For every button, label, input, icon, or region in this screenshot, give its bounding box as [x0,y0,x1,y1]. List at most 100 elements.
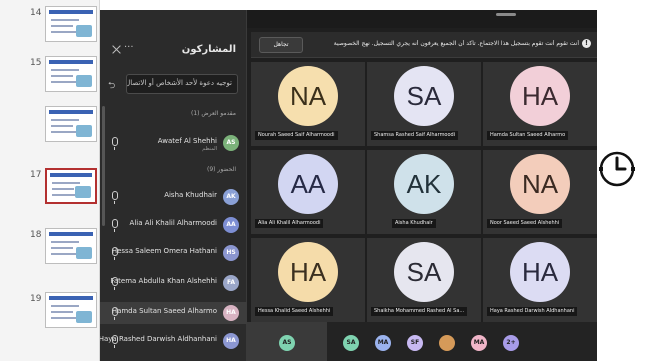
microphone-icon [112,191,118,204]
participant-video-tile[interactable]: SA Shaikha Mohammed Rashed Al Sa... [367,238,481,322]
scrollbar[interactable] [102,106,105,226]
screen: 14 15 17 18 19 المشاركون ··· توجيه دعوة لأحد… [0,0,648,361]
participant-chip[interactable]: MA [471,335,487,351]
participant-row[interactable]: AA Alia Ali Khalil Alharmoodi [100,214,247,236]
drag-handle[interactable] [496,13,516,16]
avatar: HA [223,305,239,321]
avatar: AA [223,217,239,233]
slide-thumbnail[interactable] [45,168,97,204]
participant-avatar: AK [394,154,454,214]
participant-row[interactable]: AS Awatef Al Shehhi المنظم [100,132,247,154]
participant-row[interactable]: FA Fatema Abdulla Khan Alshehhi [100,272,247,294]
info-icon: ! [582,39,591,48]
dismiss-button[interactable]: تجاهل [259,37,303,53]
invite-input[interactable]: توجيه دعوة لأحد الأشخاص أو الاتصال [126,74,238,94]
microphone-icon [112,277,118,290]
participant-name-label: Hamda Sultan Saeed Alharmo [487,131,569,140]
slide-text-line [52,182,80,184]
participant-video-tile[interactable]: SA Shamsa Rashed Saif Alharmoodi [367,62,481,146]
microphone-icon [112,307,118,320]
participant-avatar: SA [394,242,454,302]
participant-video-tile[interactable]: NA Nourah Saeed Saif Alharmoodi [251,62,365,146]
slide-thumbnail[interactable] [45,292,97,328]
more-options-icon[interactable]: ··· [124,42,134,53]
participant-name-label: Alia Ali Khalil Alharmoodi [255,219,324,228]
participant-video-tile[interactable]: AA Alia Ali Khalil Alharmoodi [251,150,365,234]
participant-name-label: Shaikha Mohammed Rashed Al Sa... [371,307,468,316]
slide-text-line [51,19,79,21]
attendees-group-header[interactable]: الحضور (9) [207,166,236,173]
slide-image [76,25,92,37]
slide-text-line [51,131,76,133]
slide-text-line [51,125,73,127]
participant-chip[interactable]: 2+ [503,335,519,351]
participant-name-label: Nourah Saeed Saif Alharmoodi [255,131,338,140]
participant-name-label: Aisha Khudhair [392,219,436,228]
participant-name-label: Haya Rashed Darwish Aldhanhani [487,307,578,316]
slide-title-bar [49,110,93,114]
participant-chip[interactable]: MA [375,335,391,351]
slide-title-bar [49,232,93,236]
slide-number: 18 [30,230,42,240]
participant-name-label: Shamsa Rashed Saif Alharmoodi [371,131,459,140]
slide-number: 15 [30,58,42,68]
participant-video-tile[interactable]: HA Haya Rashed Darwish Aldhanhani [483,238,597,322]
avatar: HA [223,333,239,349]
participant-avatar: HA [278,242,338,302]
slide-thumbnail[interactable] [45,6,97,42]
presenters-group-header[interactable]: مقدمو العرض (1) [191,110,236,117]
slide-text-line [51,75,73,77]
participant-row[interactable]: HA Haya Rashed Darwish Aldhanhani [100,330,247,352]
participant-avatar: HA [510,66,570,126]
slide-text-line [51,81,76,83]
slide-thumbnail[interactable] [45,106,97,142]
participant-name-label: Hessa Khalid Saeed Alshehhi [255,307,334,316]
slide-image [76,125,92,137]
slide-thumbnail[interactable] [45,56,97,92]
participant-avatar: HA [510,242,570,302]
slide-number: 14 [30,8,42,18]
participant-row[interactable]: HS Hessa Saleem Omera Hathani [100,242,247,264]
slide-text-line [52,194,77,196]
avatar: AS [223,135,239,151]
avatar: AK [223,189,239,205]
slide-title-bar [49,296,93,300]
slide-number: 19 [30,294,42,304]
recording-banner: تجاهل أنت تقوم أنت تقوم بتسجيل هذا الاجت… [251,32,597,58]
slide-image [76,75,92,87]
slide-title-bar [50,173,92,177]
slide-image [76,247,92,259]
self-video-tile[interactable]: AS [247,322,327,361]
slide-text-line [51,317,76,319]
slide-text-line [51,241,79,243]
slide-image [76,311,92,323]
slide-text-line [51,311,73,313]
participant-video-tile[interactable]: HA Hamda Sultan Saeed Alharmo [483,62,597,146]
microphone-icon [112,219,118,232]
participant-name: Hessa Saleem Omera Hathani [111,247,217,255]
recording-notice-text: أنت تقوم أنت تقوم بتسجيل هذا الاجتماع. ت… [333,40,579,47]
participant-video-tile[interactable]: HA Hessa Khalid Saeed Alshehhi [251,238,365,322]
participant-row[interactable]: HA Hamda Sultan Saeed Alharmo [100,302,247,324]
participant-photo-chip[interactable] [439,335,455,351]
self-avatar: AS [279,335,295,351]
participant-video-tile[interactable]: NA Noor Saeed Saeed Alshehhi [483,150,597,234]
slide-title-bar [49,60,93,64]
microphone-icon [112,335,118,348]
window-top-strip [247,10,597,28]
close-icon[interactable] [112,45,121,54]
video-grid: HA Hamda Sultan Saeed Alharmo SA Shamsa Ras… [251,62,597,322]
participant-name: Hamda Sultan Saeed Alharmo [111,307,217,315]
participant-avatar: NA [510,154,570,214]
share-invite-icon[interactable]: ⮌ [108,78,115,94]
slide-image [75,186,91,198]
participant-row[interactable]: AK Aisha Khudhair [100,186,247,208]
microphone-icon [112,137,118,150]
participant-chip[interactable]: SA [343,335,359,351]
avatar: FA [223,275,239,291]
participant-video-tile[interactable]: AK Aisha Khudhair [367,150,481,234]
slide-text-line [52,188,74,190]
participant-chip[interactable]: SF [407,335,423,351]
slide-thumbnail[interactable] [45,228,97,264]
slide-title-bar [49,10,93,14]
